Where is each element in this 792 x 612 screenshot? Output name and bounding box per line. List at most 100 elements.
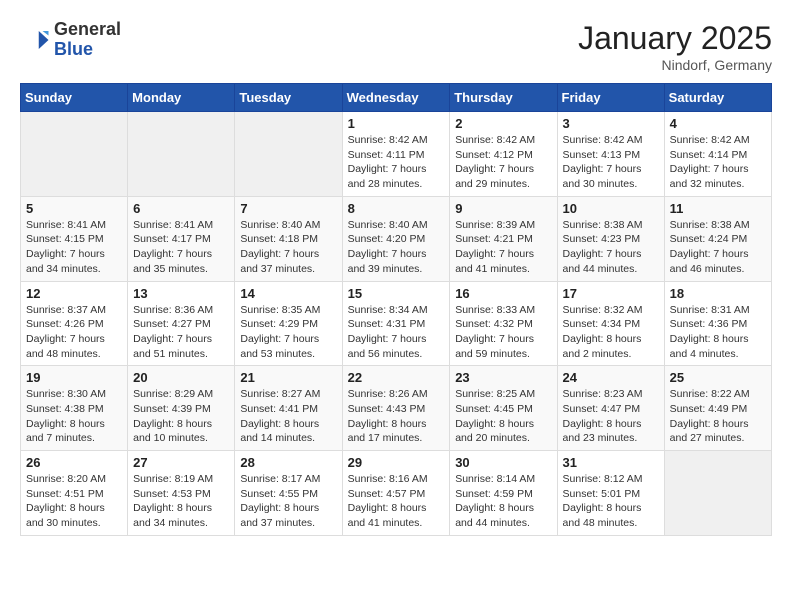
page-header: General Blue January 2025 Nindorf, Germa… [20, 20, 772, 73]
day-info: Sunrise: 8:42 AM Sunset: 4:11 PM Dayligh… [348, 133, 445, 192]
calendar-cell: 9 Sunrise: 8:39 AM Sunset: 4:21 PM Daylig… [450, 196, 557, 281]
weekday-header: Thursday [450, 84, 557, 112]
logo: General Blue [20, 20, 121, 60]
day-number: 17 [563, 286, 659, 301]
day-number: 23 [455, 370, 551, 385]
day-number: 16 [455, 286, 551, 301]
calendar-cell: 18 Sunrise: 8:31 AM Sunset: 4:36 PM Dayli… [664, 281, 771, 366]
day-number: 8 [348, 201, 445, 216]
logo-general: General [54, 20, 121, 40]
calendar-week-row: 26 Sunrise: 8:20 AM Sunset: 4:51 PM Dayli… [21, 451, 772, 536]
day-info: Sunrise: 8:39 AM Sunset: 4:21 PM Dayligh… [455, 218, 551, 277]
day-info: Sunrise: 8:37 AM Sunset: 4:26 PM Dayligh… [26, 303, 122, 362]
calendar-week-row: 5 Sunrise: 8:41 AM Sunset: 4:15 PM Daylig… [21, 196, 772, 281]
day-number: 28 [240, 455, 336, 470]
day-info: Sunrise: 8:42 AM Sunset: 4:13 PM Dayligh… [563, 133, 659, 192]
day-number: 19 [26, 370, 122, 385]
day-number: 10 [563, 201, 659, 216]
calendar-cell: 3 Sunrise: 8:42 AM Sunset: 4:13 PM Daylig… [557, 112, 664, 197]
day-number: 12 [26, 286, 122, 301]
day-number: 18 [670, 286, 766, 301]
calendar-cell: 19Sunrise: 8:30 AM Sunset: 4:38 PM Dayli… [21, 366, 128, 451]
day-info: Sunrise: 8:14 AM Sunset: 4:59 PM Dayligh… [455, 472, 551, 531]
weekday-header: Saturday [664, 84, 771, 112]
day-info: Sunrise: 8:32 AM Sunset: 4:34 PM Dayligh… [563, 303, 659, 362]
calendar-cell: 24Sunrise: 8:23 AM Sunset: 4:47 PM Dayli… [557, 366, 664, 451]
calendar-table: SundayMondayTuesdayWednesdayThursdayFrid… [20, 83, 772, 536]
day-info: Sunrise: 8:40 AM Sunset: 4:20 PM Dayligh… [348, 218, 445, 277]
day-number: 4 [670, 116, 766, 131]
day-info: Sunrise: 8:12 AM Sunset: 5:01 PM Dayligh… [563, 472, 659, 531]
day-info: Sunrise: 8:27 AM Sunset: 4:41 PM Dayligh… [240, 387, 336, 446]
calendar-week-row: 12 Sunrise: 8:37 AM Sunset: 4:26 PM Dayli… [21, 281, 772, 366]
day-number: 9 [455, 201, 551, 216]
day-number: 13 [133, 286, 229, 301]
day-number: 20 [133, 370, 229, 385]
day-number: 25 [670, 370, 766, 385]
calendar-cell: 28 Sunrise: 8:17 AM Sunset: 4:55 PM Dayli… [235, 451, 342, 536]
day-info: Sunrise: 8:17 AM Sunset: 4:55 PM Dayligh… [240, 472, 336, 531]
day-info: Sunrise: 8:35 AM Sunset: 4:29 PM Dayligh… [240, 303, 336, 362]
day-number: 29 [348, 455, 445, 470]
calendar-cell: 4 Sunrise: 8:42 AM Sunset: 4:14 PM Daylig… [664, 112, 771, 197]
logo-icon [20, 25, 50, 55]
day-info: Sunrise: 8:36 AM Sunset: 4:27 PM Dayligh… [133, 303, 229, 362]
calendar-cell [21, 112, 128, 197]
calendar-cell: 13 Sunrise: 8:36 AM Sunset: 4:27 PM Dayli… [128, 281, 235, 366]
logo-blue: Blue [54, 40, 121, 60]
calendar-week-row: 1 Sunrise: 8:42 AM Sunset: 4:11 PM Daylig… [21, 112, 772, 197]
calendar-cell [235, 112, 342, 197]
calendar-cell: 16 Sunrise: 8:33 AM Sunset: 4:32 PM Dayli… [450, 281, 557, 366]
day-info: Sunrise: 8:25 AM Sunset: 4:45 PM Dayligh… [455, 387, 551, 446]
day-info: Sunrise: 8:16 AM Sunset: 4:57 PM Dayligh… [348, 472, 445, 531]
weekday-header: Friday [557, 84, 664, 112]
calendar-cell: 1 Sunrise: 8:42 AM Sunset: 4:11 PM Daylig… [342, 112, 450, 197]
day-number: 14 [240, 286, 336, 301]
calendar-cell: 26 Sunrise: 8:20 AM Sunset: 4:51 PM Dayli… [21, 451, 128, 536]
day-info: Sunrise: 8:42 AM Sunset: 4:14 PM Dayligh… [670, 133, 766, 192]
day-number: 7 [240, 201, 336, 216]
day-info: Sunrise: 8:19 AM Sunset: 4:53 PM Dayligh… [133, 472, 229, 531]
calendar-cell: 31Sunrise: 8:12 AM Sunset: 5:01 PM Dayli… [557, 451, 664, 536]
calendar-cell: 20 Sunrise: 8:29 AM Sunset: 4:39 PM Dayli… [128, 366, 235, 451]
calendar-cell [664, 451, 771, 536]
calendar-cell: 5 Sunrise: 8:41 AM Sunset: 4:15 PM Daylig… [21, 196, 128, 281]
day-number: 26 [26, 455, 122, 470]
calendar-cell: 23 Sunrise: 8:25 AM Sunset: 4:45 PM Dayli… [450, 366, 557, 451]
weekday-header: Monday [128, 84, 235, 112]
day-info: Sunrise: 8:38 AM Sunset: 4:24 PM Dayligh… [670, 218, 766, 277]
weekday-header: Tuesday [235, 84, 342, 112]
title-block: January 2025 Nindorf, Germany [578, 20, 772, 73]
weekday-header: Sunday [21, 84, 128, 112]
calendar-cell: 7Sunrise: 8:40 AM Sunset: 4:18 PM Daylig… [235, 196, 342, 281]
calendar-cell: 30Sunrise: 8:14 AM Sunset: 4:59 PM Dayli… [450, 451, 557, 536]
day-number: 15 [348, 286, 445, 301]
calendar-cell: 10 Sunrise: 8:38 AM Sunset: 4:23 PM Dayli… [557, 196, 664, 281]
calendar-cell: 21Sunrise: 8:27 AM Sunset: 4:41 PM Dayli… [235, 366, 342, 451]
day-number: 3 [563, 116, 659, 131]
weekday-header-row: SundayMondayTuesdayWednesdayThursdayFrid… [21, 84, 772, 112]
day-info: Sunrise: 8:23 AM Sunset: 4:47 PM Dayligh… [563, 387, 659, 446]
day-info: Sunrise: 8:20 AM Sunset: 4:51 PM Dayligh… [26, 472, 122, 531]
calendar-cell: 25Sunrise: 8:22 AM Sunset: 4:49 PM Dayli… [664, 366, 771, 451]
calendar-cell: 11Sunrise: 8:38 AM Sunset: 4:24 PM Dayli… [664, 196, 771, 281]
calendar-cell: 12 Sunrise: 8:37 AM Sunset: 4:26 PM Dayli… [21, 281, 128, 366]
location: Nindorf, Germany [578, 57, 772, 73]
day-info: Sunrise: 8:33 AM Sunset: 4:32 PM Dayligh… [455, 303, 551, 362]
day-info: Sunrise: 8:31 AM Sunset: 4:36 PM Dayligh… [670, 303, 766, 362]
day-info: Sunrise: 8:29 AM Sunset: 4:39 PM Dayligh… [133, 387, 229, 446]
calendar-cell: 27Sunrise: 8:19 AM Sunset: 4:53 PM Dayli… [128, 451, 235, 536]
calendar-cell: 8 Sunrise: 8:40 AM Sunset: 4:20 PM Daylig… [342, 196, 450, 281]
day-number: 2 [455, 116, 551, 131]
day-info: Sunrise: 8:41 AM Sunset: 4:15 PM Dayligh… [26, 218, 122, 277]
day-info: Sunrise: 8:38 AM Sunset: 4:23 PM Dayligh… [563, 218, 659, 277]
weekday-header: Wednesday [342, 84, 450, 112]
day-info: Sunrise: 8:26 AM Sunset: 4:43 PM Dayligh… [348, 387, 445, 446]
calendar-cell: 15Sunrise: 8:34 AM Sunset: 4:31 PM Dayli… [342, 281, 450, 366]
day-number: 5 [26, 201, 122, 216]
day-number: 6 [133, 201, 229, 216]
calendar-cell: 14 Sunrise: 8:35 AM Sunset: 4:29 PM Dayli… [235, 281, 342, 366]
calendar-cell: 22 Sunrise: 8:26 AM Sunset: 4:43 PM Dayli… [342, 366, 450, 451]
day-number: 22 [348, 370, 445, 385]
day-number: 1 [348, 116, 445, 131]
